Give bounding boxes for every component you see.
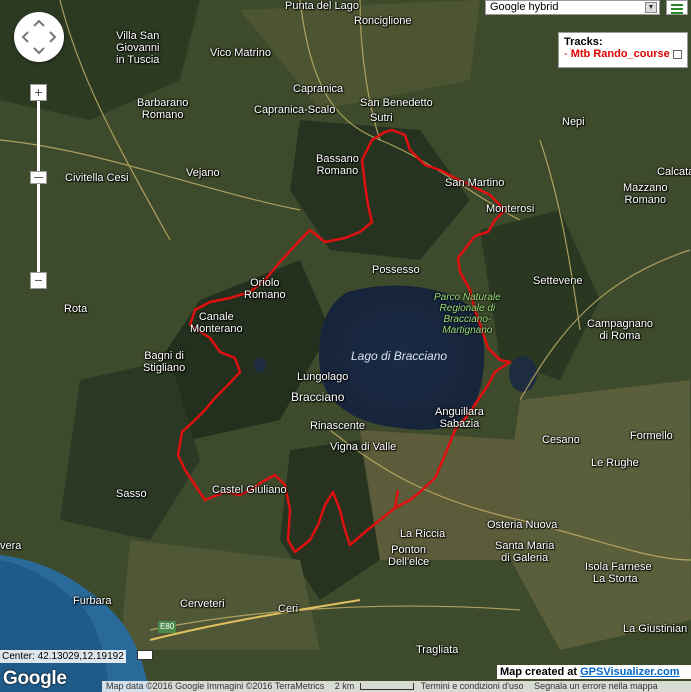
place-label: Furbara [73,595,112,607]
place-label: Oriolo Romano [244,277,286,301]
place-label: Vejano [186,167,220,179]
place-label: La Riccia [400,528,446,540]
place-label: Castel Giuliano [212,484,287,496]
map-data-attribution: Map data ©2016 Google Immagini ©2016 Ter… [106,681,325,691]
place-label: Vigna di Valle [330,441,397,453]
tracks-legend: Tracks: - Mtb Rando_course [558,32,688,68]
highway-shield: E80 [158,621,177,633]
lake-label: Lago di Bracciano [351,349,448,363]
map-type-select[interactable]: Google hybrid ▼ [485,0,660,15]
tracks-title: Tracks: [564,36,603,48]
park-label: Parco Naturale Regionale di Bracciano- M… [434,292,501,336]
hamburger-icon [671,4,683,6]
place-label: Tragliata [416,644,459,656]
place-label: Calcata [657,166,691,178]
place-label: Isola Farnese [585,561,652,573]
attribution-bar: Map data ©2016 Google Immagini ©2016 Ter… [102,681,691,692]
place-label: Villa San Giovanni in Tuscia [116,30,160,66]
place-label: San Martino [445,177,505,189]
zoom-in-button[interactable]: + [30,84,47,101]
place-label: Monterosi [486,203,535,215]
center-coordinates: Center: 42.13029,12.19192 [0,650,126,663]
place-label: Vico Matrino [210,47,271,59]
place-label: Formello [630,430,673,442]
zoom-slider-handle[interactable] [30,171,47,184]
place-label: Rinascente [310,420,366,432]
track-link[interactable]: Mtb Rando_course [571,48,670,60]
place-label: Nepi [562,116,585,128]
place-label: Osteria Nuova [487,519,558,531]
menu-button[interactable] [666,0,688,15]
place-label: La Storta [593,573,638,585]
external-link-icon[interactable] [672,49,682,59]
place-label: La Giustinian [623,623,688,635]
place-label: Punta del Lago [285,0,360,12]
place-label: Sutri [370,112,393,124]
gpsvisualizer-link[interactable]: GPSVisualizer.com [580,666,679,678]
place-label: Bagni di Stigliano [143,350,186,374]
place-label: Le Rughe [591,457,639,469]
pan-arrows-icon [21,19,57,55]
credit-line: Map created at GPSVisualizer.com [497,665,691,679]
place-label: Anguillara Sabazia [435,406,484,430]
chevron-down-icon: ▼ [645,2,657,13]
place-label: Possesso [372,264,420,276]
scale-label: 2 km [334,681,355,691]
place-label: Ponton Dell'elce [388,544,430,568]
place-label: Barbarano Romano [137,97,189,121]
place-label: Ceri [278,603,299,615]
place-label: Bassano Romano [316,153,359,177]
place-label: Cerveteri [180,598,225,610]
map-canvas[interactable]: Punta del Lago Ronciglione Villa San Gio… [0,0,691,692]
map-type-value: Google hybrid [490,1,559,13]
place-label: Capranica-Scalo [254,104,336,116]
place-label: vera [0,540,22,552]
place-label: Sasso [116,488,147,500]
pan-control[interactable] [14,12,64,62]
place-label: Mazzano Romano [623,182,668,206]
zoom-slider-track[interactable] [37,101,40,272]
place-label: Rota [64,303,88,315]
place-label: Ronciglione [354,15,412,27]
place-label: Capranica [293,83,344,95]
place-label: San Benedetto [360,97,433,109]
satellite-imagery [0,0,691,692]
zoom-out-button[interactable]: − [30,272,47,289]
place-label: Santa Maria di Galeria [495,540,555,564]
google-logo: Google [3,668,67,689]
report-error-link[interactable]: Segnala un errore nella mappa [530,681,662,692]
place-label: Settevene [533,275,583,287]
credit-prefix: Map created at [500,666,581,678]
place-label: Civitella Cesi [65,172,129,184]
place-label: Campagnano di Roma [587,318,654,342]
track-bullet: - [564,48,571,60]
place-label: Lungolago [297,371,349,383]
ruler-icon[interactable] [137,650,153,660]
place-label: Canale Monterano [190,311,243,335]
scale-bar [360,683,415,691]
terms-link[interactable]: Termini e condizioni d'uso [417,681,528,692]
place-label: Bracciano [291,390,345,404]
place-label: Cesano [542,434,580,446]
